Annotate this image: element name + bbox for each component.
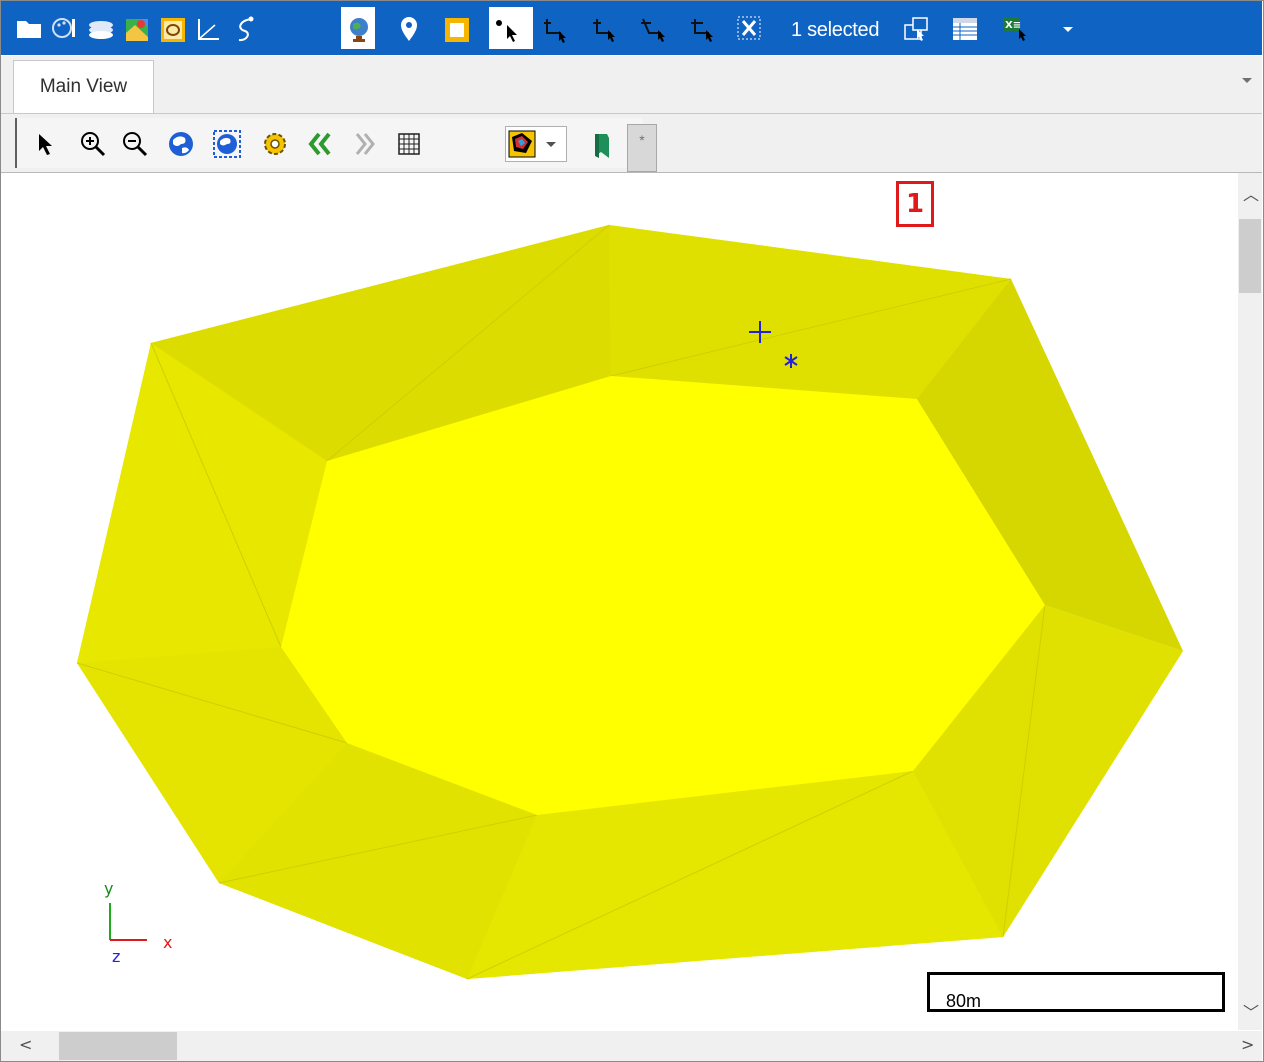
- zoom-previous-button[interactable]: [213, 130, 241, 158]
- open-folder-button[interactable]: [11, 7, 45, 49]
- zoom-in-button[interactable]: [79, 130, 107, 158]
- settings-icon: [264, 133, 286, 155]
- export-excel-icon: X≡: [1003, 17, 1026, 41]
- view-toolbar: *: [1, 114, 1262, 173]
- scroll-right-icon[interactable]: >: [1241, 1035, 1254, 1054]
- tab-label: Main View: [39, 76, 128, 97]
- pin-button[interactable]: [391, 7, 425, 49]
- globe-icon: [350, 18, 368, 42]
- pointer-icon: [39, 134, 52, 155]
- selection-status: 1 selected: [791, 19, 880, 41]
- select-face-button[interactable]: [635, 7, 669, 49]
- select-edge-button[interactable]: [587, 7, 621, 49]
- previous-view-icon: [308, 132, 331, 156]
- bookmark-button[interactable]: [589, 130, 617, 158]
- contour-icon: [161, 18, 185, 42]
- more-dropdown-icon: [1063, 27, 1073, 32]
- survey-icon: [238, 16, 254, 42]
- tab-list-chevron-down-icon[interactable]: [1242, 78, 1252, 83]
- bookmark-icon: [595, 134, 609, 158]
- select-vertex-icon: [544, 19, 566, 43]
- export-excel-button[interactable]: X≡: [997, 7, 1031, 49]
- measure-button[interactable]: [191, 7, 225, 49]
- clear-selection-button[interactable]: [731, 7, 765, 49]
- settings-button[interactable]: [261, 130, 289, 158]
- select-point-button[interactable]: [489, 7, 533, 49]
- svg-text:X≡: X≡: [1005, 20, 1021, 31]
- tab-strip: Main View: [1, 56, 1262, 114]
- select-edge-icon: [593, 19, 615, 42]
- more-dropdown-button[interactable]: [1057, 7, 1081, 49]
- select-face-icon: [641, 18, 665, 42]
- layers-icon: [89, 21, 113, 39]
- grid-icon: [398, 133, 420, 155]
- select-vertex-button[interactable]: [539, 7, 573, 49]
- frame-icon: [445, 18, 469, 42]
- symbology-button[interactable]: [47, 7, 81, 49]
- contour-button[interactable]: [155, 7, 189, 49]
- scale-bar-label: 80m: [946, 991, 982, 1011]
- zoom-extents-button[interactable]: [167, 130, 195, 158]
- select-element-icon: [691, 19, 713, 42]
- vertical-scrollbar[interactable]: ︿ ﹀: [1238, 173, 1262, 1030]
- grid-button[interactable]: [395, 130, 423, 158]
- zoom-in-icon: [81, 132, 106, 157]
- select-element-button[interactable]: [685, 7, 719, 49]
- attribute-table-icon: [953, 18, 977, 40]
- open-folder-icon: [17, 21, 41, 38]
- zoom-extents-icon: [169, 132, 193, 156]
- y-axis-label: y: [104, 879, 114, 898]
- tab-main-view[interactable]: Main View: [13, 60, 154, 113]
- survey-button[interactable]: [227, 7, 261, 49]
- zoom-out-button[interactable]: [121, 130, 149, 158]
- zoom-out-icon: [123, 132, 148, 157]
- main-3d-view[interactable]: 1 y x z 80m: [1, 173, 1237, 1030]
- attribute-table-button[interactable]: [947, 7, 981, 49]
- next-view-button[interactable]: [351, 130, 379, 158]
- measure-icon: [198, 19, 219, 40]
- main-toolbar: 1 selected X≡: [1, 1, 1262, 55]
- render-mode-dropdown[interactable]: [505, 126, 567, 162]
- view-toolbar-group: *: [15, 118, 657, 172]
- select-point-icon: [496, 20, 517, 42]
- globe-button[interactable]: [341, 7, 375, 49]
- horizontal-scroll-thumb[interactable]: [59, 1032, 177, 1060]
- map-button[interactable]: [119, 7, 153, 49]
- scroll-left-icon[interactable]: <: [19, 1035, 32, 1054]
- z-axis-label: z: [112, 947, 121, 966]
- render-mode-icon: [508, 130, 556, 158]
- frame-button[interactable]: [439, 7, 473, 49]
- zoom-to-selection-icon: [904, 17, 928, 41]
- scroll-up-icon[interactable]: ︿: [1243, 181, 1259, 205]
- previous-view-button[interactable]: [307, 130, 335, 158]
- layers-button[interactable]: [83, 7, 117, 49]
- pointer-button[interactable]: [33, 130, 61, 158]
- callout-badge: 1: [896, 181, 934, 227]
- vertical-scroll-thumb[interactable]: [1239, 219, 1261, 293]
- clear-selection-icon: [737, 16, 761, 40]
- pin-icon: [401, 17, 417, 41]
- symbology-icon: [52, 18, 75, 38]
- zoom-previous-icon: [213, 130, 241, 158]
- zoom-to-selection-button[interactable]: [899, 7, 933, 49]
- mesh-scene[interactable]: [1, 173, 1237, 1030]
- scale-bar: 80m: [927, 972, 1225, 1012]
- horizontal-scrollbar[interactable]: < >: [1, 1031, 1262, 1061]
- next-view-icon: [355, 133, 375, 155]
- scroll-down-icon[interactable]: ﹀: [1243, 999, 1259, 1023]
- map-icon: [126, 19, 148, 41]
- toolbar-overflow-grip[interactable]: *: [627, 124, 657, 172]
- x-axis-label: x: [163, 933, 173, 952]
